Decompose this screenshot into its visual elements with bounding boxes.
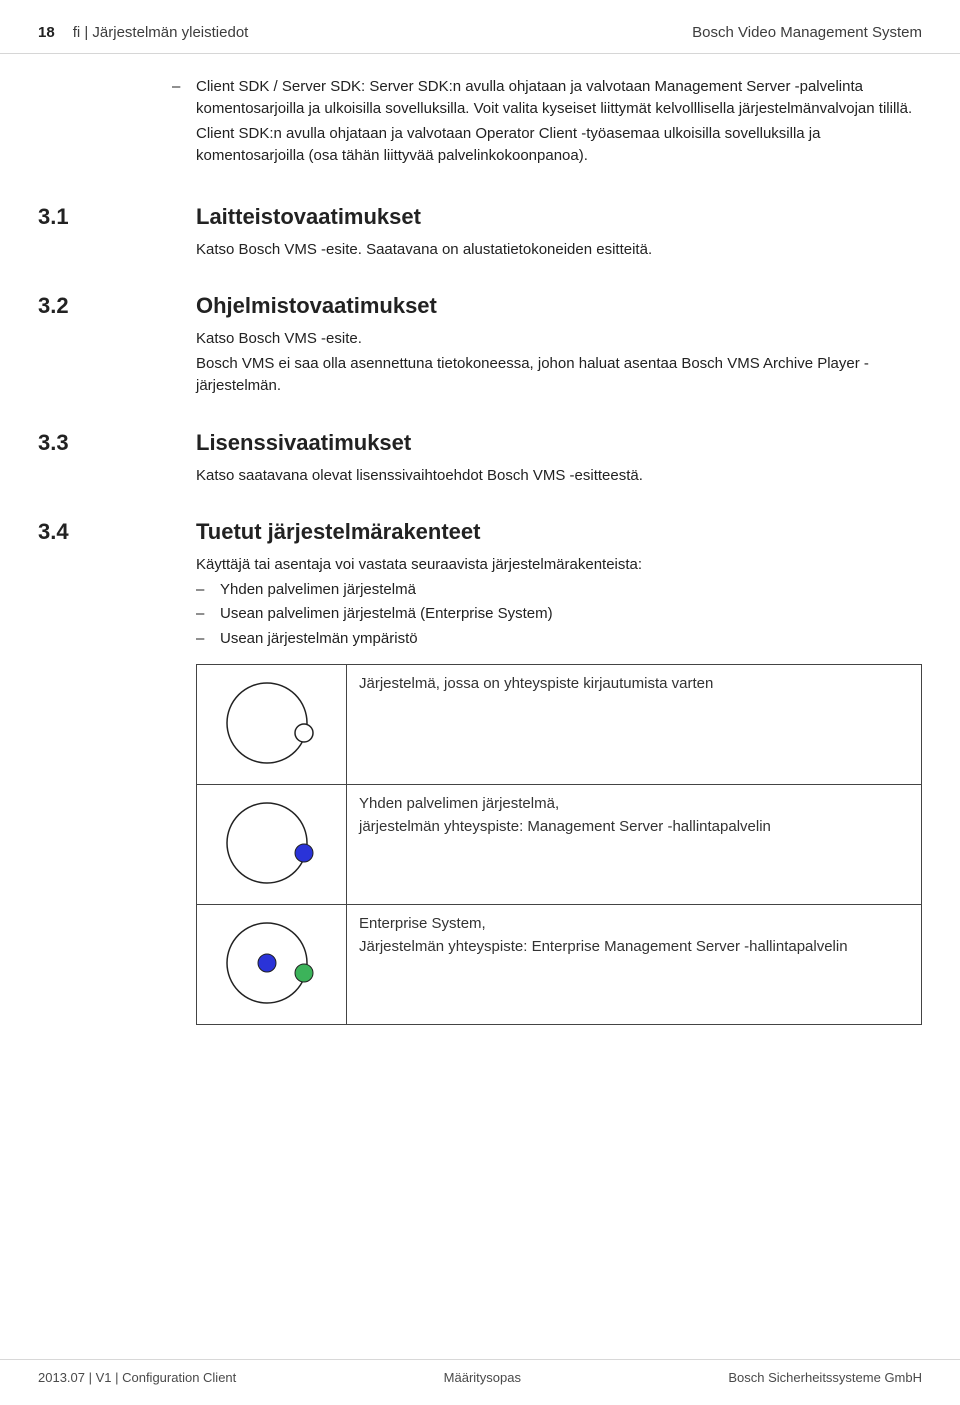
section-title-3-3: Lisenssivaatimukset [196,426,411,459]
page-number: 18 [38,22,55,45]
intro-bullet: Client SDK / Server SDK: Server SDK:n av… [196,76,922,121]
row3-text-b: Järjestelmän yhteyspiste: Enterprise Man… [359,938,848,955]
section-num-3-2: 3.2 [38,289,196,322]
row2-text-b: järjestelmän yhteyspiste: Management Ser… [359,818,771,835]
section-title-3-2: Ohjelmistovaatimukset [196,289,437,322]
enterprise-system-icon [217,913,327,1013]
section-body-3-3: Katso saatavana olevat lisenssivaihtoehd… [196,465,922,488]
desc-cell-3: Enterprise System, Järjestelmän yhteyspi… [347,905,922,1025]
desc-cell-1: Järjestelmä, jossa on yhteyspiste kirjau… [347,665,922,785]
header-left-title: fi | Järjestelmän yleistiedot [73,22,249,45]
section-3-2-text2: Bosch VMS ei saa olla asennettuna tietok… [196,353,922,398]
page-content: Client SDK / Server SDK: Server SDK:n av… [0,54,960,1026]
section-3-3: 3.3 Lisenssivaatimukset [38,426,922,459]
section-title-3-4: Tuetut järjestelmärakenteet [196,515,480,548]
list-item: Yhden palvelimen järjestelmä [196,579,922,602]
section-body-3-4: Käyttäjä tai asentaja voi vastata seuraa… [196,554,922,650]
section-3-4-intro: Käyttäjä tai asentaja voi vastata seuraa… [196,554,922,577]
footer-center: Määritysopas [444,1368,521,1388]
figure-cell-3 [197,905,347,1025]
intro-followup: Client SDK:n avulla ohjataan ja valvotaa… [196,123,922,168]
figure-cell-2 [197,785,347,905]
section-3-1-text: Katso Bosch VMS -esite. Saatavana on alu… [196,239,922,262]
table-row: Enterprise System, Järjestelmän yhteyspi… [197,905,922,1025]
header-left: 18 fi | Järjestelmän yleistiedot [38,22,248,45]
section-3-2-text1: Katso Bosch VMS -esite. [196,328,922,351]
row3-text-a: Enterprise System, [359,915,486,932]
row2-text-a: Yhden palvelimen järjestelmä, [359,795,559,812]
table-row: Järjestelmä, jossa on yhteyspiste kirjau… [197,665,922,785]
figure-cell-1 [197,665,347,785]
section-3-4-list: Yhden palvelimen järjestelmä Usean palve… [196,579,922,651]
architecture-table: Järjestelmä, jossa on yhteyspiste kirjau… [196,664,922,1025]
section-3-3-text: Katso saatavana olevat lisenssivaihtoehd… [196,465,922,488]
list-item: Usean palvelimen järjestelmä (Enterprise… [196,603,922,626]
page-footer: 2013.07 | V1 | Configuration Client Määr… [0,1359,960,1405]
row1-text: Järjestelmä, jossa on yhteyspiste kirjau… [359,675,713,692]
section-3-2: 3.2 Ohjelmistovaatimukset [38,289,922,322]
header-right-title: Bosch Video Management System [692,22,922,45]
footer-right: Bosch Sicherheitssysteme GmbH [728,1368,922,1388]
list-item: Usean järjestelmän ympäristö [196,628,922,651]
section-3-4: 3.4 Tuetut järjestelmärakenteet [38,515,922,548]
table-row: Yhden palvelimen järjestelmä, järjestelm… [197,785,922,905]
desc-cell-2: Yhden palvelimen järjestelmä, järjestelm… [347,785,922,905]
intro-block: Client SDK / Server SDK: Server SDK:n av… [196,76,922,168]
section-body-3-1: Katso Bosch VMS -esite. Saatavana on alu… [196,239,922,262]
system-access-point-icon [217,673,327,773]
single-server-icon [217,793,327,893]
footer-left: 2013.07 | V1 | Configuration Client [38,1368,236,1388]
section-title-3-1: Laitteistovaatimukset [196,200,421,233]
section-num-3-3: 3.3 [38,426,196,459]
page-header: 18 fi | Järjestelmän yleistiedot Bosch V… [0,0,960,54]
section-3-1: 3.1 Laitteistovaatimukset [38,200,922,233]
section-body-3-2: Katso Bosch VMS -esite. Bosch VMS ei saa… [196,328,922,398]
section-num-3-1: 3.1 [38,200,196,233]
section-num-3-4: 3.4 [38,515,196,548]
